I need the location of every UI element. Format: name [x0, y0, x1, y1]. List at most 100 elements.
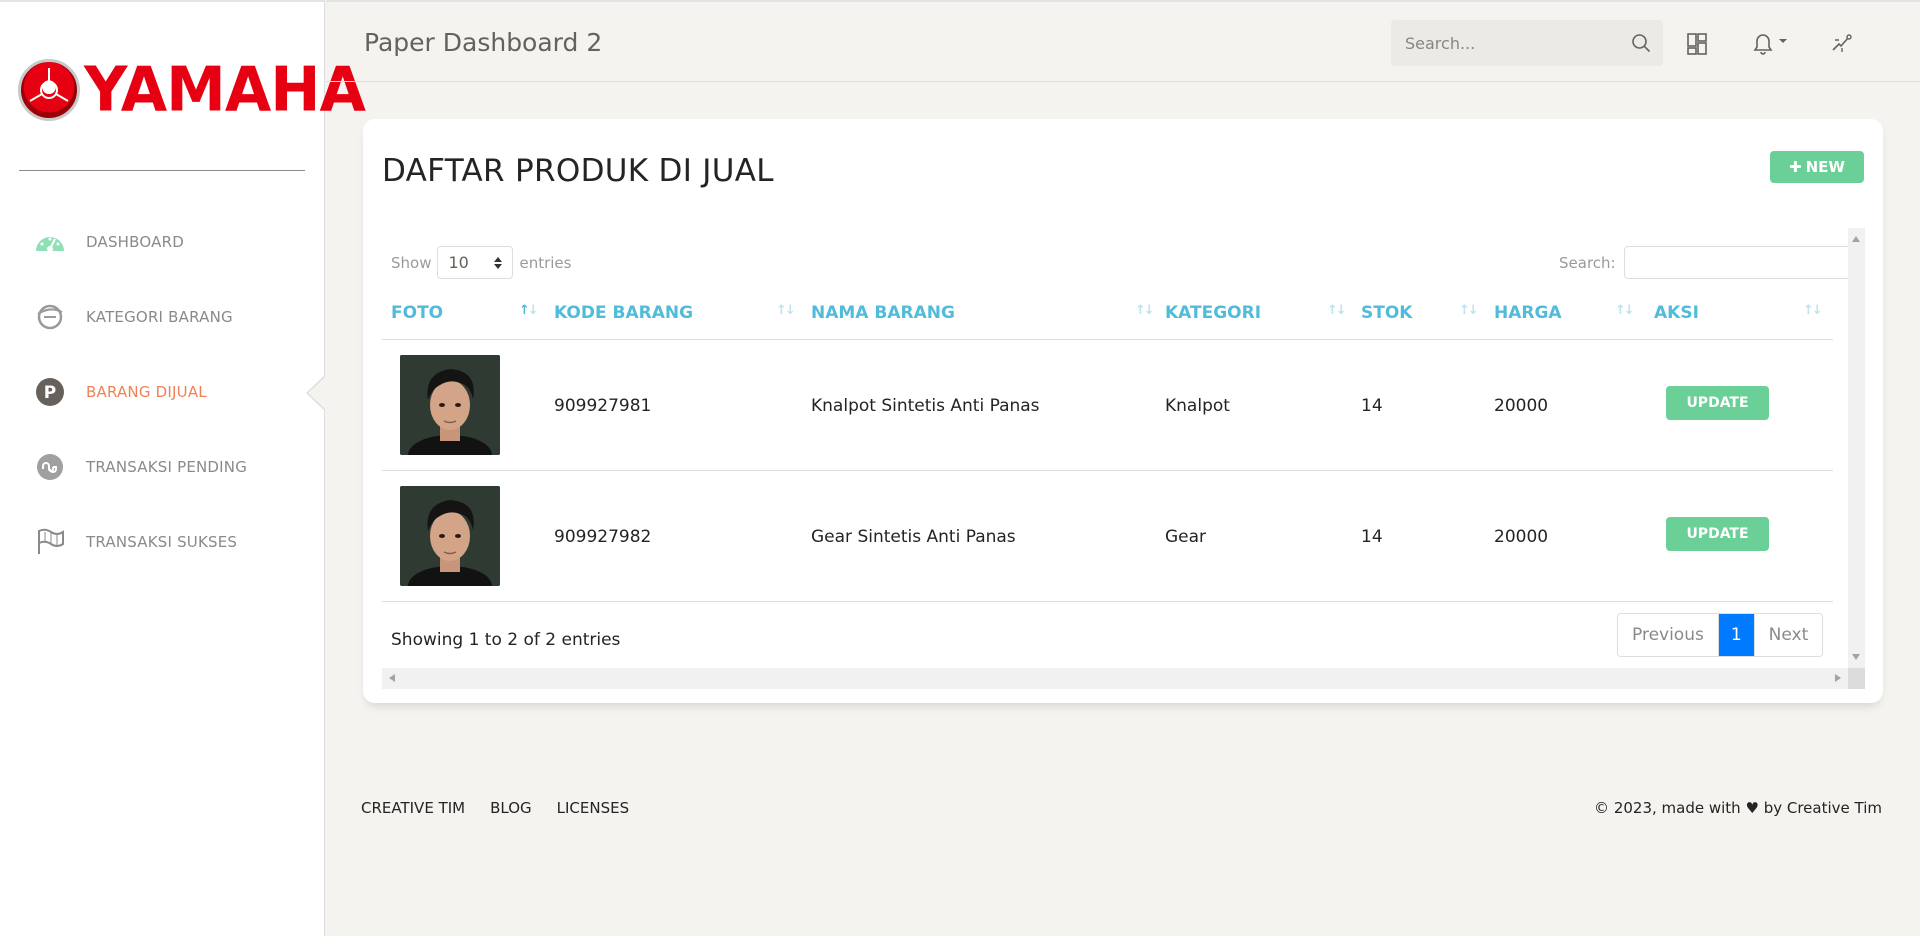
sidebar-item-dashboard[interactable]: DASHBOARD: [0, 204, 325, 279]
column-header-aksi[interactable]: AKSI ↑↓: [1654, 285, 1824, 340]
cell-kategori: Gear: [1165, 526, 1207, 547]
scroll-right-icon[interactable]: [1835, 674, 1841, 682]
entries-select[interactable]: 10: [437, 246, 514, 279]
show-label: Show: [391, 253, 432, 272]
copyright-suffix: by Creative Tim: [1763, 799, 1882, 817]
active-caret: [308, 376, 326, 410]
notification-bell-icon[interactable]: [1751, 32, 1791, 56]
navbar-search: [1391, 20, 1663, 66]
search-input[interactable]: [1405, 33, 1625, 53]
sidebar-item-transaksi-sukses[interactable]: TRANSAKSI SUKSES: [0, 504, 325, 579]
footer-link-creative-tim[interactable]: CREATIVE TIM: [361, 799, 465, 817]
table-filter: Search:: [1559, 246, 1854, 279]
svg-text:P: P: [44, 383, 56, 403]
sort-icon: ↑↓: [1803, 303, 1823, 318]
sidebar-item-kategori-barang[interactable]: KATEGORI BARANG: [0, 279, 325, 354]
cell-kode: 909927981: [554, 395, 652, 416]
explorer-e-icon: [34, 301, 66, 333]
flag-icon: [34, 526, 66, 558]
card-title: DAFTAR PRODUK DI JUAL: [382, 153, 774, 189]
sidebar-item-barang-dijual[interactable]: P BARANG DIJUAL: [0, 354, 326, 429]
cell-harga: 20000: [1494, 526, 1549, 547]
column-header-harga[interactable]: HARGA ↑↓: [1494, 285, 1635, 340]
dashboard-gauge-icon: [34, 226, 66, 258]
table-row: 909927981 Knalpot Sintetis Anti Panas Kn…: [382, 340, 1833, 471]
cell-nama: Gear Sintetis Anti Panas: [811, 526, 1016, 547]
column-header-label: KODE BARANG: [554, 302, 694, 323]
yamaha-logo[interactable]: YAMAHA: [18, 54, 366, 126]
vertical-scrollbar[interactable]: [1848, 228, 1865, 668]
next-page-button[interactable]: Next: [1753, 614, 1823, 656]
table-search-label: Search:: [1559, 253, 1616, 272]
copyright-prefix: © 2023, made with: [1594, 799, 1741, 817]
pagination: Previous 1 Next: [1617, 613, 1824, 657]
column-header-label: HARGA: [1494, 302, 1562, 323]
cell-harga: 20000: [1494, 395, 1549, 416]
products-card: DAFTAR PRODUK DI JUAL ✚ NEW Show 10 entr…: [363, 119, 1883, 703]
layout-grid-icon[interactable]: [1686, 32, 1710, 56]
sidebar-item-label: BARANG DIJUAL: [86, 382, 207, 401]
previous-page-button[interactable]: Previous: [1618, 614, 1719, 656]
length-control: Show 10 entries: [391, 246, 571, 279]
column-header-kode-barang[interactable]: KODE BARANG ↑↓: [554, 285, 796, 340]
table-row: 909927982 Gear Sintetis Anti Panas Gear …: [382, 471, 1833, 602]
new-button-label: NEW: [1805, 158, 1845, 176]
page-1-button[interactable]: 1: [1718, 614, 1754, 656]
update-button[interactable]: UPDATE: [1666, 517, 1769, 551]
sidebar-item-transaksi-pending[interactable]: TRANSAKSI PENDING: [0, 429, 325, 504]
sidebar-item-label: DASHBOARD: [86, 232, 184, 251]
sidebar-nav: DASHBOARD KATEGORI BARANG P BARANG DIJUA…: [0, 204, 326, 579]
sidebar-item-label: KATEGORI BARANG: [86, 307, 233, 326]
scroll-down-icon[interactable]: [1852, 654, 1860, 660]
sort-icon: ↑↓: [776, 303, 796, 318]
update-button[interactable]: UPDATE: [1666, 386, 1769, 420]
cell-nama: Knalpot Sintetis Anti Panas: [811, 395, 1040, 416]
top-navbar: Paper Dashboard 2: [326, 0, 1920, 82]
sidebar: YAMAHA DASHBOARD KATEGORI BARANG P BARAN…: [0, 0, 366, 936]
entries-label: entries: [519, 253, 572, 272]
column-header-label: STOK: [1361, 302, 1413, 323]
cell-stok: 14: [1361, 395, 1383, 416]
sort-icon: ↑↓: [1615, 303, 1635, 318]
logo-text: YAMAHA: [84, 54, 366, 126]
column-header-label: FOTO: [391, 302, 444, 323]
scroll-up-icon[interactable]: [1852, 236, 1860, 242]
search-icon[interactable]: [1631, 33, 1651, 53]
column-header-stok[interactable]: STOK ↑↓: [1361, 285, 1481, 340]
parking-p-icon: P: [34, 376, 66, 408]
sort-icon: ↑↓: [1135, 303, 1155, 318]
scroll-left-icon[interactable]: [389, 674, 395, 682]
table-search-input[interactable]: [1623, 246, 1854, 279]
copyright: © 2023, made with ♥ by Creative Tim: [1594, 799, 1882, 817]
column-header-label: KATEGORI: [1165, 302, 1262, 323]
horizontal-scrollbar[interactable]: [382, 668, 1865, 689]
settings-link-icon[interactable]: [1830, 32, 1854, 56]
footer-link-licenses[interactable]: LICENSES: [557, 799, 629, 817]
column-header-kategori[interactable]: KATEGORI ↑↓: [1165, 285, 1347, 340]
column-header-label: NAMA BARANG: [811, 302, 955, 323]
table-scroll-container: Show 10 entries Search: FOTO ↑↓ KODE BAR…: [382, 228, 1865, 689]
scroll-corner: [1848, 668, 1865, 689]
sort-icon: ↑↓: [1327, 303, 1347, 318]
footer-nav: CREATIVE TIM BLOG LICENSES: [361, 799, 629, 817]
sort-icon: ↑↓: [1459, 303, 1479, 318]
sidebar-divider: [19, 170, 305, 171]
entries-select-value: 10: [448, 253, 469, 272]
column-header-nama-barang[interactable]: NAMA BARANG ↑↓: [811, 285, 1155, 340]
sidebar-item-label: TRANSAKSI PENDING: [86, 457, 248, 476]
table-info: Showing 1 to 2 of 2 entries: [391, 630, 621, 650]
new-product-button[interactable]: ✚ NEW: [1770, 151, 1864, 183]
cell-kode: 909927982: [554, 526, 652, 547]
stumbleupon-icon: [34, 451, 66, 483]
cell-stok: 14: [1361, 526, 1383, 547]
table-header: FOTO ↑↓ KODE BARANG ↑↓ NAMA BARANG ↑↓ KA…: [382, 285, 1833, 340]
select-arrows-icon: [494, 256, 503, 269]
navbar-brand[interactable]: Paper Dashboard 2: [364, 28, 602, 57]
sort-icon: ↑↓: [519, 303, 539, 318]
cell-kategori: Knalpot: [1165, 395, 1230, 416]
column-header-foto[interactable]: FOTO ↑↓: [391, 285, 541, 340]
yamaha-emblem-icon: [18, 59, 80, 121]
product-photo: [400, 355, 500, 455]
heart-icon: ♥: [1745, 799, 1759, 817]
footer-link-blog[interactable]: BLOG: [490, 799, 532, 817]
